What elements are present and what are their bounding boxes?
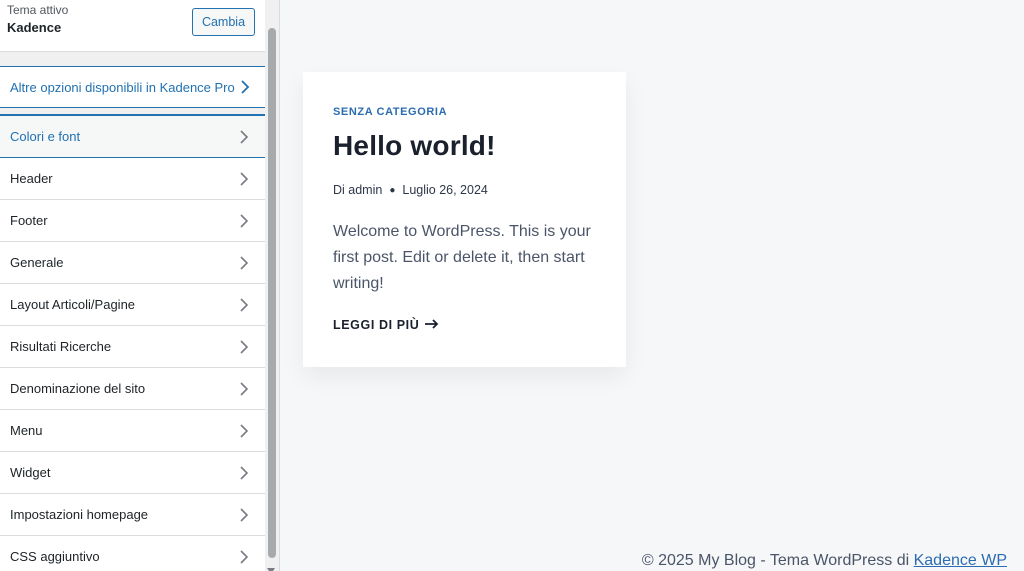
chevron-right-icon	[237, 171, 251, 187]
customizer-menu: Colori e font Header Footer Generale Lay…	[0, 114, 265, 571]
active-theme-section: Tema attivo Kadence Cambia	[0, 0, 265, 52]
menu-item-label: Layout Articoli/Pagine	[10, 297, 136, 312]
post-author[interactable]: Di admin	[333, 183, 382, 197]
theme-name: Kadence	[7, 20, 62, 35]
menu-item-generale[interactable]: Generale	[0, 242, 265, 284]
chevron-right-icon	[237, 297, 251, 313]
site-preview: SENZA CATEGORIA Hello world! Di admin ● …	[281, 0, 1024, 571]
post-meta: Di admin ● Luglio 26, 2024	[333, 183, 488, 197]
menu-item-label: Impostazioni homepage	[10, 507, 149, 522]
menu-item-label: Risultati Ricerche	[10, 339, 112, 354]
menu-item-footer[interactable]: Footer	[0, 200, 265, 242]
chevron-right-icon	[237, 465, 251, 481]
menu-item-denominazione-del-sito[interactable]: Denominazione del sito	[0, 368, 265, 410]
meta-separator-dot-icon: ●	[389, 184, 396, 196]
read-more-link[interactable]: LEGGI DI PIÙ	[333, 318, 439, 332]
menu-item-widget[interactable]: Widget	[0, 452, 265, 494]
menu-item-label: Generale	[10, 255, 64, 270]
post-card: SENZA CATEGORIA Hello world! Di admin ● …	[303, 72, 626, 367]
chevron-right-icon	[237, 339, 251, 355]
kadence-wp-link[interactable]: Kadence WP	[914, 552, 1007, 569]
chevron-right-icon	[237, 213, 251, 229]
menu-item-label: Footer	[10, 213, 48, 228]
menu-item-label: Colori e font	[10, 129, 81, 144]
menu-item-menu[interactable]: Menu	[0, 410, 265, 452]
read-more-label: LEGGI DI PIÙ	[333, 318, 420, 332]
theme-label: Tema attivo	[7, 3, 69, 17]
menu-item-label: Denominazione del sito	[10, 381, 146, 396]
post-title-link[interactable]: Hello world!	[333, 130, 496, 162]
footer-credit: © 2025 My Blog - Tema WordPress di Kaden…	[642, 552, 1007, 570]
sidebar-scrollbar-thumb[interactable]	[268, 28, 276, 558]
chevron-right-icon	[237, 129, 251, 145]
menu-item-label: CSS aggiuntivo	[10, 549, 100, 564]
pro-options-link[interactable]: Altre opzioni disponibili in Kadence Pro	[0, 66, 265, 108]
chevron-right-icon	[238, 78, 252, 96]
customizer-sidebar: Tema attivo Kadence Cambia Altre opzioni…	[0, 0, 280, 571]
chevron-right-icon	[237, 549, 251, 565]
post-date[interactable]: Luglio 26, 2024	[402, 183, 488, 197]
change-theme-button[interactable]: Cambia	[192, 8, 255, 36]
footer-credit-text: © 2025 My Blog - Tema WordPress di	[641, 552, 914, 569]
chevron-right-icon	[237, 381, 251, 397]
post-excerpt: Welcome to WordPress. This is your first…	[333, 223, 591, 292]
pro-options-label: Altre opzioni disponibili in Kadence Pro	[10, 80, 235, 95]
menu-item-label: Header	[10, 171, 53, 186]
chevron-right-icon	[237, 507, 251, 523]
chevron-right-icon	[237, 423, 251, 439]
menu-item-layout-articoli-pagine[interactable]: Layout Articoli/Pagine	[0, 284, 265, 326]
menu-item-css-aggiuntivo[interactable]: CSS aggiuntivo	[0, 536, 265, 571]
customizer-panel: Tema attivo Kadence Cambia Altre opzioni…	[0, 0, 265, 571]
menu-item-risultati-ricerche[interactable]: Risultati Ricerche	[0, 326, 265, 368]
menu-item-colori-e-font[interactable]: Colori e font	[0, 116, 265, 158]
chevron-right-icon	[237, 255, 251, 271]
scroll-down-arrow-icon[interactable]	[266, 562, 276, 571]
menu-item-label: Widget	[10, 465, 51, 480]
post-category-link[interactable]: SENZA CATEGORIA	[333, 106, 447, 118]
menu-item-impostazioni-homepage[interactable]: Impostazioni homepage	[0, 494, 265, 536]
arrow-right-icon	[425, 318, 439, 332]
menu-item-header[interactable]: Header	[0, 158, 265, 200]
menu-item-label: Menu	[10, 423, 43, 438]
